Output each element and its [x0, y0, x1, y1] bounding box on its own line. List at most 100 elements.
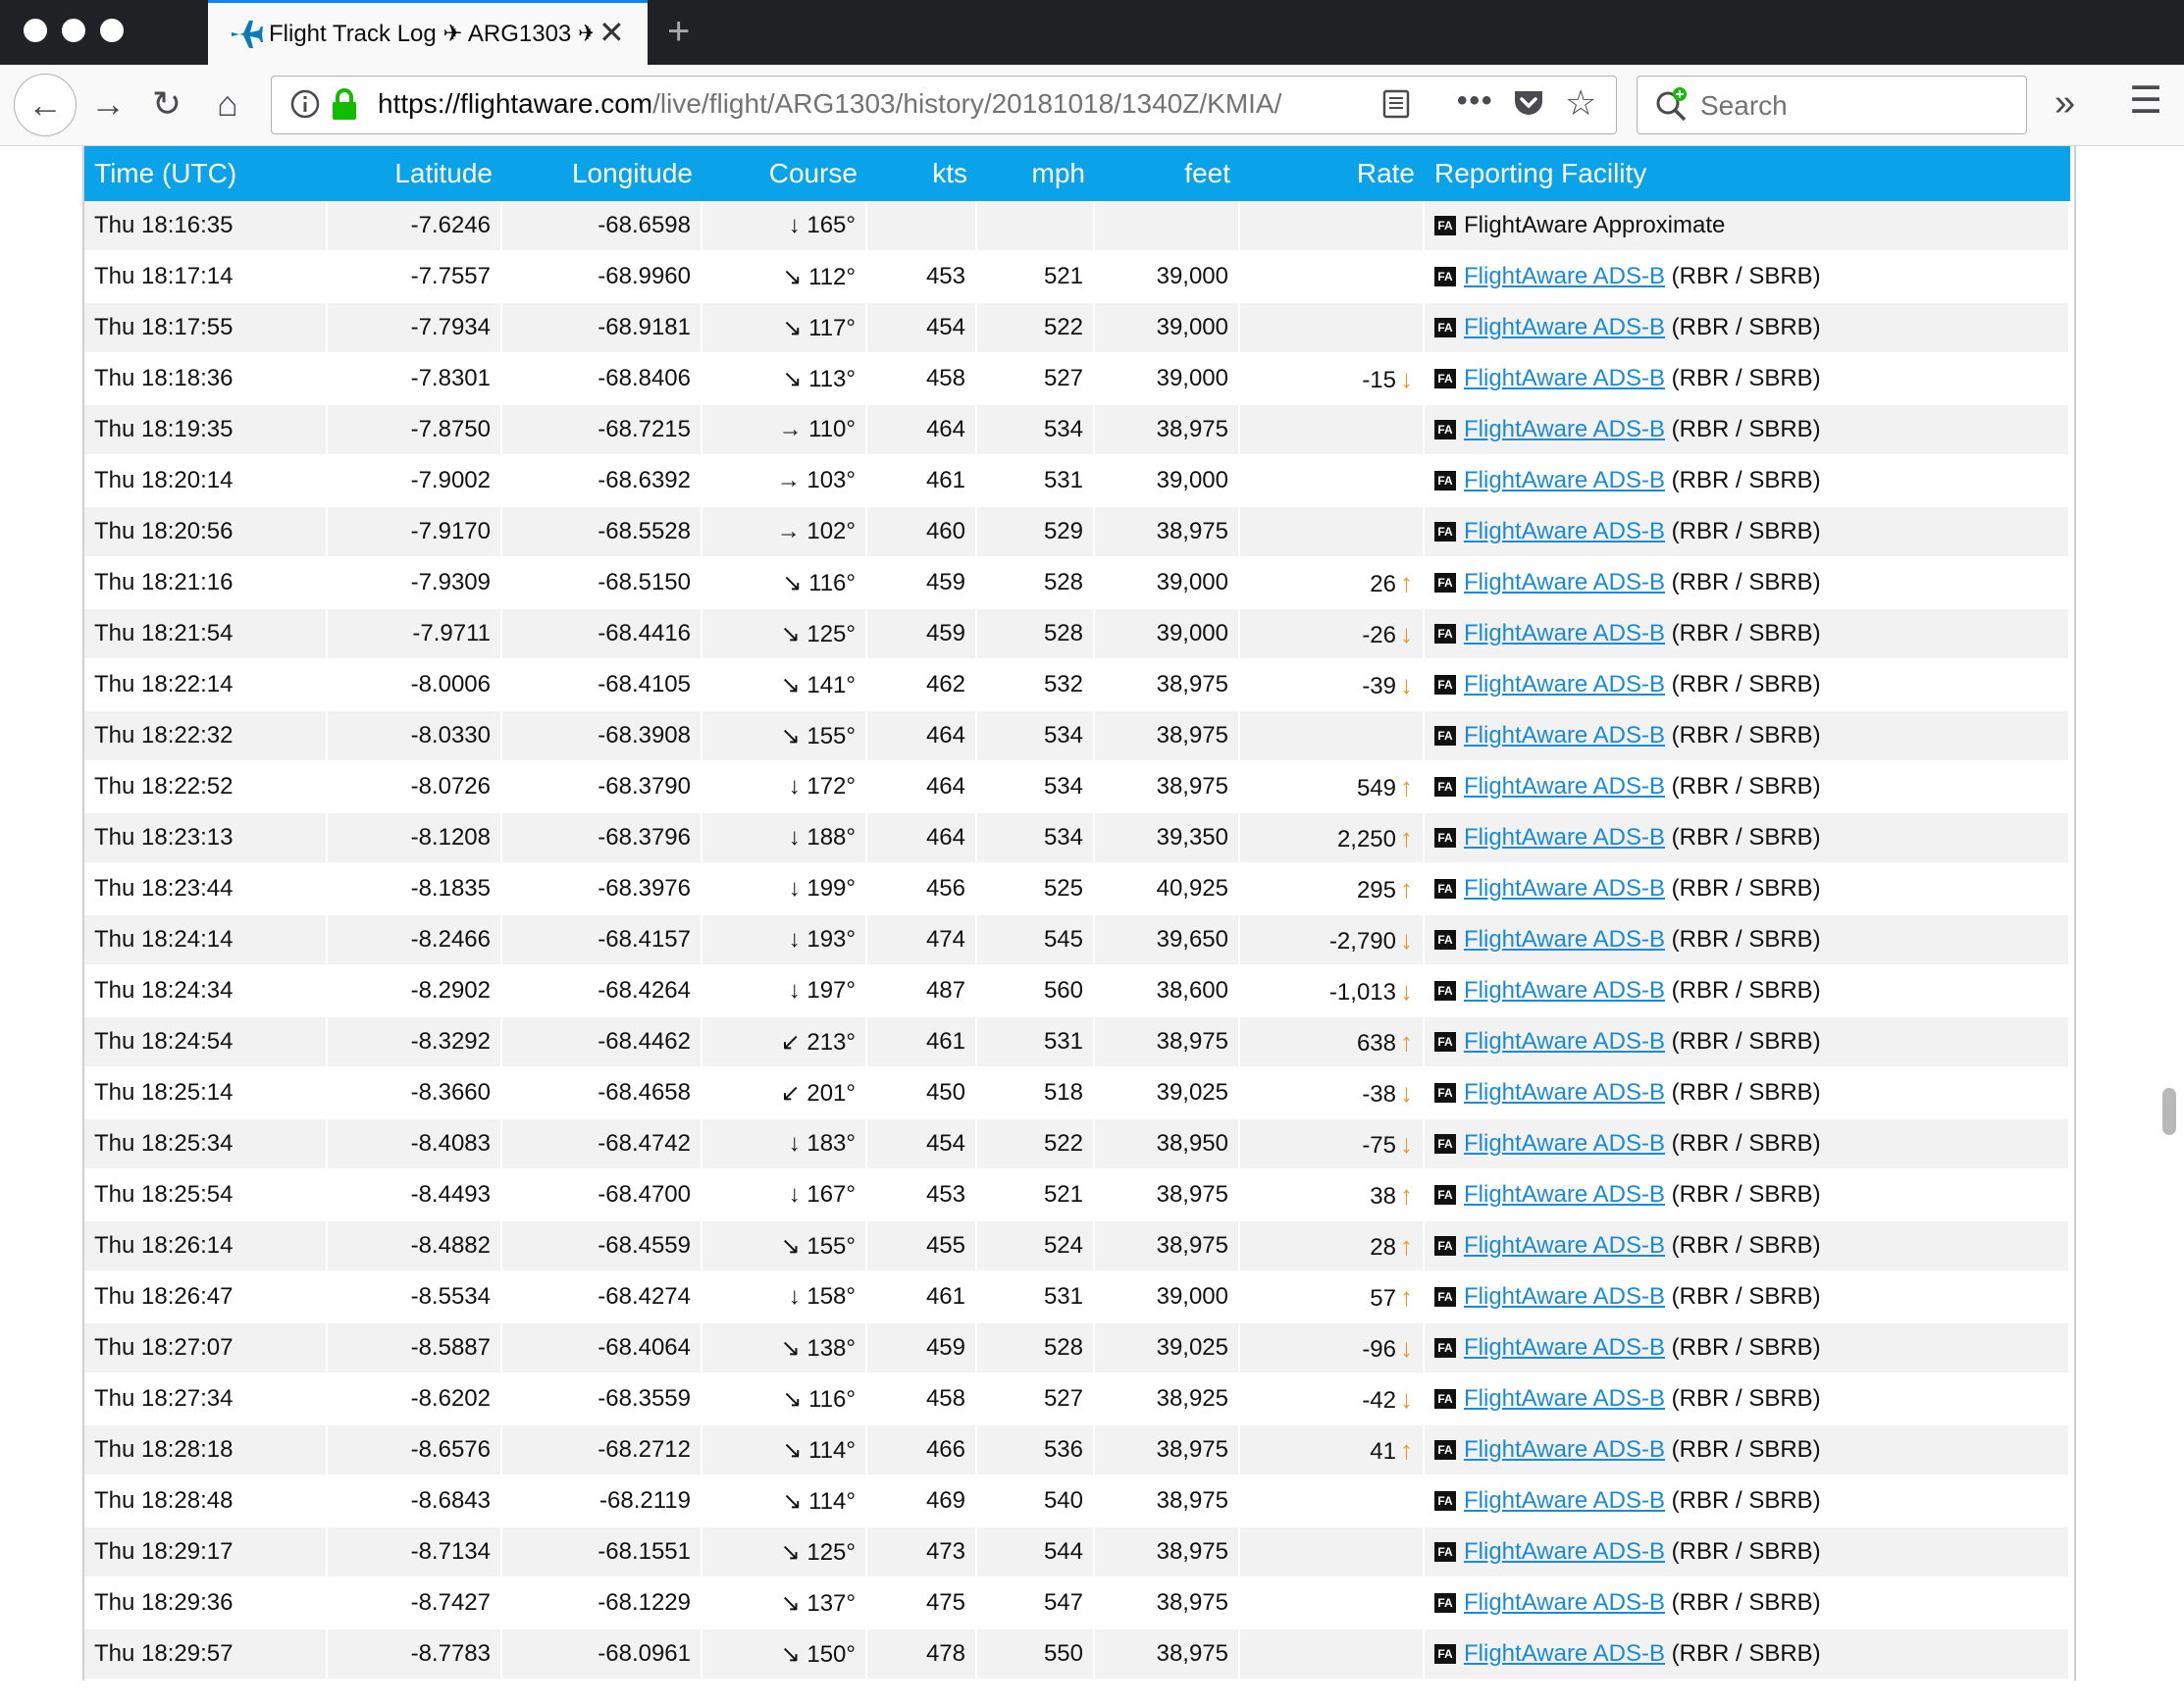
col-time-header[interactable]: Time (UTC)	[84, 146, 328, 201]
facility-link[interactable]: FlightAware ADS-B	[1464, 722, 1665, 749]
info-icon[interactable]	[289, 88, 321, 120]
cell-latitude: -8.6843	[328, 1476, 502, 1527]
cell-course: → 102°	[702, 507, 867, 558]
cell-latitude: -7.8301	[328, 354, 502, 405]
search-input[interactable]: Search	[1700, 90, 1788, 122]
cell-latitude: -7.7934	[328, 303, 502, 354]
facility-link[interactable]: FlightAware ADS-B	[1464, 1181, 1665, 1208]
table-row: Thu 18:25:54 -8.4493 -68.4700 ↓ 167° 453 521 3…	[84, 1170, 2070, 1221]
table-body: Thu 18:16:35 -7.6246 -68.6598 ↓ 165° FA Fligh…	[84, 201, 2070, 1680]
facility-link[interactable]: FlightAware ADS-B	[1464, 569, 1665, 595]
new-tab-icon[interactable]: +	[667, 8, 690, 55]
cell-time: Thu 18:22:32	[84, 711, 328, 762]
facility-airport: (RBR / SBRB)	[1664, 467, 1821, 493]
home-button[interactable]: ⌂	[202, 78, 253, 129]
facility-link[interactable]: FlightAware ADS-B	[1464, 1283, 1665, 1310]
col-kts-header[interactable]: kts	[867, 146, 977, 201]
cell-mph: 534	[977, 711, 1095, 762]
cell-kts: 475	[867, 1578, 977, 1629]
search-bar[interactable]: Search	[1637, 76, 2027, 134]
cell-rate	[1240, 252, 1425, 303]
hamburger-menu-icon[interactable]: ☰	[2129, 78, 2162, 123]
col-course-header[interactable]: Course	[702, 146, 867, 201]
col-longitude-header[interactable]: Longitude	[502, 146, 702, 201]
cell-latitude: -7.9002	[328, 456, 502, 507]
cell-course: → 103°	[702, 456, 867, 507]
facility-airport: (RBR / SBRB)	[1664, 1079, 1821, 1106]
window-minimize-button[interactable]	[62, 19, 85, 42]
facility-link[interactable]: FlightAware ADS-B	[1464, 977, 1665, 1004]
lock-icon[interactable]	[331, 88, 358, 122]
reload-button[interactable]: ↻	[141, 78, 192, 129]
table-row: Thu 18:28:18 -8.6576 -68.2712 ↘ 114° 466 536 3…	[84, 1425, 2070, 1476]
tab-close-icon[interactable]: ✕	[598, 15, 625, 50]
cell-facility: FA FlightAware ADS-B (RBR / SBRB)	[1425, 1629, 2070, 1680]
facility-link[interactable]: FlightAware ADS-B	[1464, 1385, 1665, 1412]
facility-link[interactable]: FlightAware ADS-B	[1464, 1538, 1665, 1565]
table-row: Thu 18:20:56 -7.9170 -68.5528 → 102° 460 529 3…	[84, 507, 2070, 558]
cell-kts: 454	[867, 303, 977, 354]
facility-link[interactable]: FlightAware ADS-B	[1464, 314, 1665, 340]
cell-latitude: -8.2902	[328, 966, 502, 1017]
back-button[interactable]: ←	[14, 74, 77, 136]
facility-link[interactable]: FlightAware ADS-B	[1464, 1436, 1665, 1463]
cell-longitude: -68.4157	[502, 915, 702, 966]
active-tab[interactable]: Flight Track Log ✈ ARG1303 ✈ 18 ✕	[208, 0, 648, 65]
facility-link[interactable]: FlightAware ADS-B	[1464, 263, 1665, 289]
page-actions-icon[interactable]: •••	[1457, 84, 1494, 118]
facility-link[interactable]: FlightAware ADS-B	[1464, 1487, 1665, 1514]
col-feet-header[interactable]: feet	[1095, 146, 1240, 201]
table-row: Thu 18:24:54 -8.3292 -68.4462 ↙ 213° 461 531 3…	[84, 1017, 2070, 1068]
facility-link[interactable]: FlightAware ADS-B	[1464, 1334, 1665, 1361]
pocket-icon[interactable]	[1512, 86, 1545, 120]
climb-arrow-icon: ↑	[1400, 822, 1413, 852]
cell-kts: 453	[867, 1170, 977, 1221]
facility-link[interactable]: FlightAware ADS-B	[1464, 1589, 1665, 1616]
flightaware-logo-icon: FA	[1434, 1032, 1456, 1052]
cell-mph: 534	[977, 813, 1095, 864]
facility-link[interactable]: FlightAware ADS-B	[1464, 671, 1665, 698]
facility-link[interactable]: FlightAware ADS-B	[1464, 1028, 1665, 1055]
cell-time: Thu 18:26:47	[84, 1272, 328, 1323]
facility-link[interactable]: FlightAware ADS-B	[1464, 1130, 1665, 1157]
table-row: Thu 18:29:17 -8.7134 -68.1551 ↘ 125° 473 544 3…	[84, 1527, 2070, 1578]
window-maximize-button[interactable]	[100, 19, 124, 42]
facility-link[interactable]: FlightAware ADS-B	[1464, 1232, 1665, 1259]
cell-latitude: -8.4493	[328, 1170, 502, 1221]
forward-button[interactable]: →	[82, 78, 133, 129]
facility-link[interactable]: FlightAware ADS-B	[1464, 467, 1665, 493]
cell-feet: 38,975	[1095, 660, 1240, 711]
reader-view-icon[interactable]	[1380, 88, 1412, 120]
facility-link[interactable]: FlightAware ADS-B	[1464, 875, 1665, 902]
facility-link[interactable]: FlightAware ADS-B	[1464, 1079, 1665, 1106]
facility-airport: (RBR / SBRB)	[1664, 1334, 1821, 1361]
scrollbar-thumb[interactable]	[2162, 1088, 2176, 1135]
col-mph-header[interactable]: mph	[977, 146, 1095, 201]
url-bar[interactable]: https://flightaware.com/live/flight/ARG1…	[271, 76, 1617, 134]
cell-time: Thu 18:25:54	[84, 1170, 328, 1221]
rate-value: -15	[1362, 366, 1396, 393]
cell-time: Thu 18:19:35	[84, 405, 328, 456]
facility-link[interactable]: FlightAware ADS-B	[1464, 1640, 1665, 1667]
flightaware-logo-icon: FA	[1434, 471, 1456, 491]
facility-link[interactable]: FlightAware ADS-B	[1464, 824, 1665, 851]
cell-mph: 528	[977, 558, 1095, 609]
facility-link[interactable]: FlightAware ADS-B	[1464, 926, 1665, 953]
facility-link[interactable]: FlightAware ADS-B	[1464, 365, 1665, 391]
facility-airport: (RBR / SBRB)	[1664, 416, 1821, 442]
col-latitude-header[interactable]: Latitude	[328, 146, 502, 201]
overflow-chevron-icon[interactable]: »	[2054, 82, 2075, 125]
bookmark-star-icon[interactable]: ☆	[1565, 82, 1596, 124]
window-close-button[interactable]	[24, 19, 47, 42]
cell-feet: 38,975	[1095, 1170, 1240, 1221]
page-content: Time (UTC) Latitude Longitude Course kts…	[0, 146, 2184, 1705]
col-rate-header[interactable]: Rate	[1240, 146, 1425, 201]
col-facility-header[interactable]: Reporting Facility	[1425, 146, 2070, 201]
url-text[interactable]: https://flightaware.com/live/flight/ARG1…	[378, 88, 1359, 120]
cell-feet: 39,000	[1095, 354, 1240, 405]
facility-link[interactable]: FlightAware ADS-B	[1464, 416, 1665, 442]
facility-link[interactable]: FlightAware ADS-B	[1464, 773, 1665, 800]
facility-link[interactable]: FlightAware ADS-B	[1464, 620, 1665, 646]
cell-rate	[1240, 201, 1425, 252]
facility-link[interactable]: FlightAware ADS-B	[1464, 518, 1665, 544]
